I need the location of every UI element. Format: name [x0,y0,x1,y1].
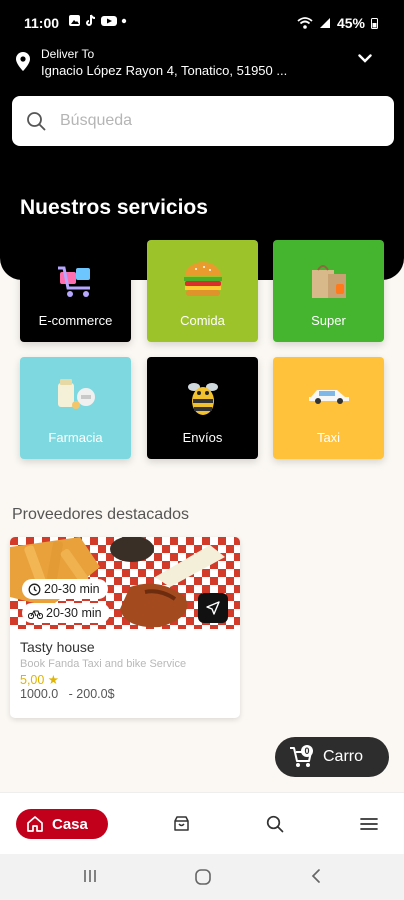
shopping-cart-icon [20,260,131,305]
service-tile-farmacia[interactable]: Farmacia [20,357,131,459]
store-icon[interactable] [173,815,190,832]
youtube-icon [101,15,117,26]
provider-price: 1000.0 - 200.0$ [20,687,115,701]
delivery-bee-icon [147,377,258,424]
provider-subtitle: Book Fanda Taxi and bike Service [20,658,187,670]
battery-icon [371,18,378,29]
services-title: Nuestros servicios [20,196,208,219]
search-icon [27,112,46,131]
home-icon [27,816,43,832]
deliver-to-selector[interactable]: Deliver To Ignacio López Rayon 4, Tonati… [16,44,388,84]
recent-apps-icon[interactable] [82,868,98,884]
delivery-time-badge: 20-30 min [22,579,108,599]
signal-icon [319,18,330,28]
service-label: Farmacia [48,430,103,445]
service-label: Comida [180,313,225,328]
featured-title: Proveedores destacados [12,506,189,523]
bicycle-icon [28,609,43,619]
search-nav-icon[interactable] [266,815,284,833]
bike-time-badge: 20-30 min [22,603,110,623]
search-input[interactable]: Búsqueda [60,112,132,130]
home-circle-icon[interactable] [194,868,212,886]
header-panel: 11:00 45% Deliver To Ignacio López Rayon… [0,0,404,280]
notification-dot-icon [121,18,127,23]
service-tile-taxi[interactable]: Taxi [273,357,384,459]
service-tile-ecommerce[interactable]: E-commerce [20,240,131,342]
navigation-arrow-icon [206,601,220,615]
cart-button[interactable]: 0 Carro [275,737,389,777]
car-icon [273,385,384,410]
search-bar[interactable]: Búsqueda [12,96,394,146]
menu-icon[interactable] [360,817,378,831]
chevron-down-icon[interactable] [358,54,372,63]
provider-name: Tasty house [20,639,95,655]
grocery-bag-icon [273,260,384,305]
navigate-button[interactable] [198,593,228,623]
service-label: E-commerce [38,313,113,328]
status-app-icons [68,14,127,27]
status-time: 11:00 [24,15,60,31]
system-navigation-bar [0,854,404,900]
service-tile-comida[interactable]: Comida [147,240,258,342]
cart-label: Carro [323,748,364,765]
provider-card[interactable]: 20-30 min 20-30 min Tasty house Book Fan… [10,537,240,718]
delivery-time-text: 20-30 min [44,582,100,596]
service-label: Taxi [316,430,341,445]
status-bar: 11:00 45% [0,0,404,44]
delivery-address: Ignacio López Rayon 4, Tonatico, 51950 .… [41,63,288,78]
nav-home-label: Casa [52,815,88,833]
pills-icon [20,377,131,418]
provider-rating: 5,00 ★ [20,673,60,687]
nav-home-button[interactable]: Casa [16,809,108,839]
back-icon[interactable] [310,868,322,884]
tiktok-icon [86,14,96,26]
service-label: Envíos [182,430,223,445]
battery-percent: 45% [336,15,365,31]
clock-icon [28,583,41,595]
deliver-to-label: Deliver To [41,47,95,61]
bottom-navigation: Casa [0,792,404,854]
service-tile-envios[interactable]: Envíos [147,357,258,459]
service-tile-super[interactable]: Super [273,240,384,342]
burger-icon [147,260,258,305]
location-pin-icon [16,52,30,71]
service-label: Super [311,313,346,328]
gallery-icon [69,15,80,26]
bike-time-text: 20-30 min [46,606,102,620]
cart-count-badge: 0 [301,745,313,757]
wifi-icon [297,17,313,29]
